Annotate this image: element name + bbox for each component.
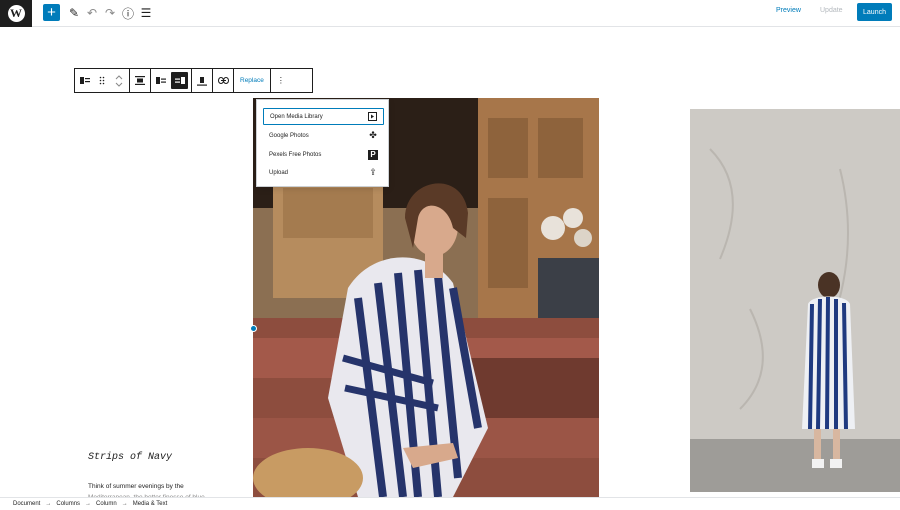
resize-handle[interactable]: [250, 325, 257, 332]
block-toolbar: Replace ⋮: [74, 68, 313, 93]
more-options-group: ⋮: [271, 69, 291, 92]
media-position-group: [151, 69, 192, 92]
breadcrumb-item-columns[interactable]: Columns: [56, 501, 80, 507]
media-left-icon[interactable]: [154, 72, 168, 89]
update-button[interactable]: Update: [820, 7, 843, 14]
breadcrumb-item-document[interactable]: Document: [13, 501, 40, 507]
wordpress-logo-icon: W: [7, 5, 25, 22]
menu-item-label: Upload: [269, 169, 289, 176]
paragraph-line: Think of summer evenings by the: [88, 483, 184, 490]
breadcrumb-arrow-icon: →: [45, 501, 52, 507]
pexels-free-photos-item[interactable]: Pexels Free Photos P: [263, 146, 384, 163]
replace-media-menu: Open Media Library Google Photos ✤ Pexel…: [256, 99, 389, 187]
media-library-icon: [367, 112, 377, 122]
drag-handle-icon[interactable]: [95, 72, 109, 89]
google-photos-icon: ✤: [369, 130, 377, 140]
media-text-block-icon[interactable]: [78, 72, 92, 89]
woman-back-wall-photo[interactable]: [690, 109, 900, 492]
list-view-icon[interactable]: ☰: [140, 4, 152, 22]
replace-button[interactable]: Replace: [237, 72, 267, 89]
open-media-library-item[interactable]: Open Media Library: [263, 108, 384, 125]
media-right-icon[interactable]: [171, 72, 188, 89]
info-icon[interactable]: ⓘ: [122, 4, 134, 22]
upload-item[interactable]: Upload ⇪: [263, 164, 384, 181]
redo-icon[interactable]: ↷: [104, 4, 116, 22]
upload-icon: ⇪: [369, 167, 377, 177]
google-photos-item[interactable]: Google Photos ✤: [263, 127, 384, 144]
align-group: [130, 69, 151, 92]
breadcrumb-item-column[interactable]: Column: [96, 501, 117, 507]
breadcrumb: Document → Columns → Column → Media & Te…: [0, 497, 900, 510]
launch-button[interactable]: Launch: [857, 3, 892, 21]
menu-item-label: Pexels Free Photos: [269, 151, 322, 158]
more-options-icon[interactable]: ⋮: [274, 72, 288, 89]
editor-top-bar: W + ✎ ↶ ↷ ⓘ ☰ Preview Update Launch: [0, 0, 900, 27]
edit-tools-icon[interactable]: ✎: [68, 4, 80, 22]
breadcrumb-arrow-icon: →: [121, 501, 128, 507]
add-block-button[interactable]: +: [43, 4, 60, 21]
link-icon[interactable]: [216, 72, 230, 89]
link-group: [213, 69, 234, 92]
vertical-align-bottom-icon[interactable]: [195, 72, 209, 89]
breadcrumb-item-media-text[interactable]: Media & Text: [133, 501, 168, 507]
align-center-icon[interactable]: [133, 72, 147, 89]
wordpress-logo-button[interactable]: W: [0, 0, 32, 27]
pexels-icon: P: [368, 149, 378, 160]
undo-icon[interactable]: ↶: [86, 4, 98, 22]
menu-item-label: Open Media Library: [270, 113, 323, 120]
preview-button[interactable]: Preview: [776, 7, 801, 14]
block-switcher-group: [75, 69, 130, 92]
vertical-align-group: [192, 69, 213, 92]
replace-group: Replace: [234, 69, 271, 92]
menu-item-label: Google Photos: [269, 132, 309, 139]
content-heading[interactable]: Strips of Navy: [88, 452, 172, 463]
move-up-down-icon[interactable]: [112, 72, 126, 89]
breadcrumb-arrow-icon: →: [85, 501, 92, 507]
